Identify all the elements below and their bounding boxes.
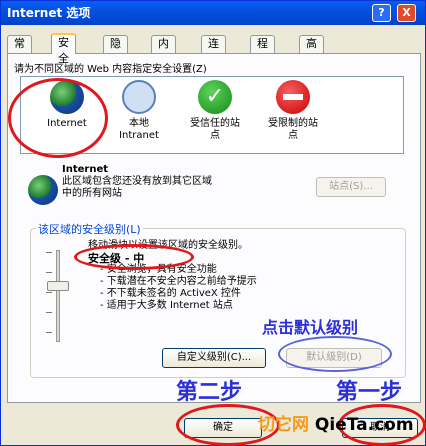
- watermark-site: QieTa.com: [314, 415, 414, 435]
- highlight-ring-level-name: [74, 244, 194, 270]
- security-slider-thumb[interactable]: [47, 281, 69, 291]
- help-button[interactable]: ?: [372, 4, 391, 22]
- zone-restricted-sites-label: 受限制的站 点: [268, 118, 318, 141]
- security-level-legend: 该区域的安全级别(L): [36, 221, 143, 237]
- highlight-ring-internet-zone: [8, 78, 108, 158]
- custom-level-button[interactable]: 自定义级别(C)...: [162, 348, 266, 368]
- local-intranet-icon: [122, 80, 156, 114]
- security-slider-track[interactable]: [56, 250, 60, 342]
- sites-button[interactable]: 站点(S)...: [316, 177, 386, 197]
- tab-content[interactable]: 内容: [151, 35, 176, 66]
- title-bar: Internet 选项 ? X: [1, 1, 425, 25]
- zone-restricted-sites[interactable]: 受限制的站 点: [254, 78, 332, 142]
- globe-icon: [28, 175, 58, 205]
- slider-tick: [46, 272, 52, 273]
- tab-programs[interactable]: 程序: [250, 35, 275, 66]
- tab-advanced[interactable]: 高级: [299, 35, 324, 66]
- tab-connections[interactable]: 连接: [201, 35, 226, 66]
- zone-trusted-sites[interactable]: ✓ 受信任的站 点: [176, 78, 254, 142]
- tab-general[interactable]: 常规: [7, 35, 32, 66]
- slider-tick: [46, 332, 52, 333]
- list-item: 下载潜在不安全内容之前给予提示: [100, 276, 257, 288]
- watermark-main: 切它网: [258, 415, 309, 435]
- tab-security[interactable]: 安全: [51, 33, 76, 65]
- zone-prompt: 请为不同区域的 Web 内容指定安全设置(Z): [14, 64, 207, 75]
- security-level-items: 安全浏览，具有安全功能 下载潜在不安全内容之前给予提示 不下载未签名的 Acti…: [100, 264, 257, 312]
- watermark: 切它网 QieTa.com: [258, 410, 414, 435]
- window-title: Internet 选项: [7, 6, 91, 20]
- restricted-sites-icon: [276, 80, 310, 114]
- zone-local-intranet-label: 本地 Intranet: [119, 118, 159, 141]
- zone-local-intranet[interactable]: 本地 Intranet: [100, 78, 178, 142]
- list-item: 适用于大多数 Internet 站点: [100, 300, 257, 312]
- highlight-ring-default-button: [278, 336, 392, 372]
- zone-trusted-sites-label: 受信任的站 点: [190, 118, 240, 141]
- tab-privacy[interactable]: 隐私: [103, 35, 128, 66]
- annotation-step-one: 第一步: [336, 380, 403, 405]
- slider-tick: [46, 312, 52, 313]
- annotation-click-default: 点击默认级别: [262, 318, 359, 337]
- slider-tick: [46, 292, 52, 293]
- trusted-sites-icon: ✓: [198, 80, 232, 114]
- slider-tick: [46, 252, 52, 253]
- selected-zone-title: Internet: [62, 164, 109, 175]
- list-item: 不下载未签名的 ActiveX 控件: [100, 288, 257, 300]
- annotation-step-two: 第二步: [176, 380, 243, 405]
- close-button[interactable]: X: [397, 4, 416, 22]
- selected-zone-description: 此区域包含您还没有放到其它区域 中的所有网站: [62, 176, 212, 199]
